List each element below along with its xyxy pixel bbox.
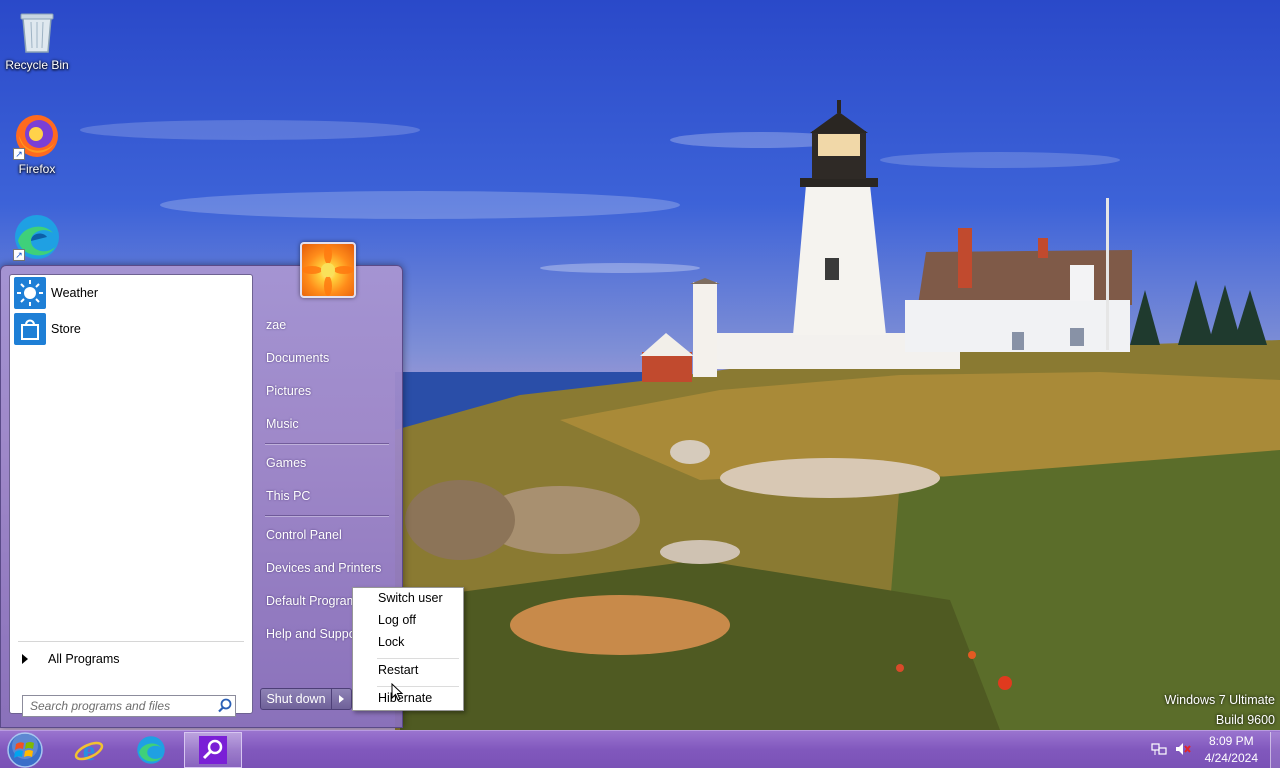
pinned-item-weather[interactable]: Weather (10, 275, 252, 311)
start-button[interactable] (5, 732, 45, 768)
edge-shortcut[interactable]: ↗ (0, 213, 74, 263)
help-and-support-link[interactable]: Help and Support (266, 627, 363, 641)
taskbar-search-app[interactable] (184, 732, 242, 768)
start-menu: Weather Store All Programs Search progra… (0, 242, 403, 728)
control-panel-link[interactable]: Control Panel (266, 528, 342, 542)
svg-text:e: e (83, 736, 95, 765)
divider (265, 443, 389, 444)
pinned-item-label: Weather (51, 286, 99, 300)
shut-down-label: Shut down (266, 692, 326, 706)
desktop-icon-label: Firefox (18, 162, 56, 176)
mouse-cursor-icon (391, 682, 404, 704)
system-tray: 8:09 PM 4/24/2024 (1151, 731, 1280, 768)
firefox-shortcut[interactable]: ↗ Firefox (0, 112, 74, 176)
edge-icon: ↗ (13, 213, 61, 261)
devices-and-printers-link[interactable]: Devices and Printers (266, 561, 381, 575)
menu-divider (377, 686, 459, 687)
music-link[interactable]: Music (266, 417, 299, 431)
firefox-icon: ↗ (13, 112, 61, 160)
pictures-link[interactable]: Pictures (266, 384, 311, 398)
default-programs-link[interactable]: Default Programs (266, 594, 363, 608)
search-input[interactable] (23, 699, 215, 713)
documents-link[interactable]: Documents (266, 351, 329, 365)
watermark-build: Build 9600 (1215, 713, 1275, 727)
watermark-edition: Windows 7 Ultimate (1164, 693, 1275, 707)
store-icon (14, 313, 46, 345)
taskbar-internet-explorer[interactable]: e (60, 732, 118, 768)
pinned-item-store[interactable]: Store (10, 311, 252, 347)
menu-divider (377, 658, 459, 659)
weather-icon (14, 277, 46, 309)
search-icon[interactable] (215, 696, 235, 716)
this-pc-link[interactable]: This PC (266, 489, 310, 503)
arrow-right-icon (22, 654, 28, 664)
clock-date: 4/24/2024 (1204, 751, 1258, 765)
magnifier-icon (199, 736, 227, 764)
chevron-right-icon (339, 695, 344, 703)
menu-item-lock[interactable]: Lock (378, 635, 404, 649)
network-icon[interactable] (1151, 741, 1167, 760)
games-link[interactable]: Games (266, 456, 306, 470)
edge-icon (137, 736, 165, 764)
all-programs-button[interactable]: All Programs (18, 648, 120, 670)
all-programs-label: All Programs (48, 652, 120, 666)
show-desktop-button[interactable] (1270, 732, 1280, 768)
start-menu-programs-pane: Weather Store All Programs (9, 274, 253, 717)
menu-item-switch-user[interactable]: Switch user (378, 591, 443, 605)
search-box[interactable] (22, 695, 236, 717)
clock-time: 8:09 PM (1208, 734, 1254, 748)
shut-down-options-button[interactable] (332, 688, 352, 710)
menu-item-restart[interactable]: Restart (378, 663, 418, 677)
power-options-menu: Switch user Log off Lock Restart Hiberna… (352, 587, 464, 711)
shut-down-button[interactable]: Shut down (260, 688, 332, 710)
pinned-item-label: Store (51, 322, 81, 336)
os-watermark: Windows 7 Ultimate Build 9600 (1165, 690, 1275, 730)
divider (18, 641, 244, 642)
volume-muted-icon[interactable] (1175, 741, 1191, 760)
recycle-bin-icon (13, 8, 61, 56)
menu-item-hibernate[interactable]: Hibernate (378, 691, 432, 705)
divider (265, 515, 389, 516)
user-name-link[interactable]: zae (266, 318, 286, 332)
windows-logo-icon (7, 732, 43, 768)
desktop-icon-label: Recycle Bin (5, 58, 69, 72)
taskbar: e 8:09 PM 4/24/2024 (0, 730, 1280, 768)
user-picture[interactable] (300, 242, 356, 298)
shortcut-arrow-icon: ↗ (13, 148, 25, 160)
clock[interactable]: 8:09 PM 4/24/2024 (1205, 733, 1258, 767)
shortcut-arrow-icon: ↗ (13, 249, 25, 261)
menu-item-log-off[interactable]: Log off (378, 613, 416, 627)
taskbar-edge[interactable] (122, 732, 180, 768)
internet-explorer-icon: e (74, 736, 104, 765)
recycle-bin-shortcut[interactable]: Recycle Bin (0, 8, 74, 72)
